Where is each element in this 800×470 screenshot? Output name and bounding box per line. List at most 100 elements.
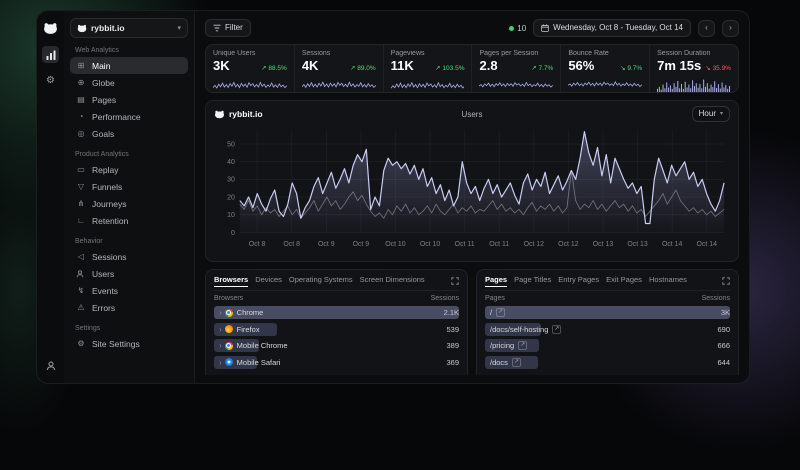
table-row-mobile-chrome[interactable]: › Mobile Chrome 389 [214, 339, 459, 352]
svg-text:Oct 13: Oct 13 [627, 241, 648, 248]
tab-hostnames[interactable]: Hostnames [649, 275, 687, 287]
sidebar-item-label: Pages [92, 95, 116, 105]
row-label: Chrome [237, 308, 264, 317]
date-range-button[interactable]: Wednesday, Oct 8 - Tuesday, Oct 14 [533, 19, 691, 37]
person-icon [76, 270, 86, 278]
date-range-label: Wednesday, Oct 8 - Tuesday, Oct 14 [553, 24, 683, 32]
tab-page-titles[interactable]: Page Titles [514, 275, 551, 287]
row-label: / [490, 308, 492, 317]
stat-bounce-rate[interactable]: Bounce Rate 56% ↘ 9.7% [560, 45, 649, 92]
sidebar-item-label: Globe [92, 78, 115, 88]
external-link-icon[interactable]: ↗ [496, 308, 505, 317]
warning-icon: ⚠ [76, 304, 86, 312]
next-period-button[interactable]: › [722, 20, 739, 37]
sidebar-item-sessions[interactable]: ◁ Sessions [70, 248, 188, 265]
sidebar-item-main[interactable]: ⊞ Main [70, 57, 188, 74]
tab-browsers[interactable]: Browsers [214, 275, 248, 287]
chart-axis-icon: ∟ [76, 217, 86, 225]
sidebar-item-label: Main [92, 61, 110, 71]
app-window: ⚙ rybbit.io ▾ Web Analytics ⊞ Main ⊕ Glo… [36, 10, 750, 384]
analytics-icon[interactable] [42, 46, 59, 63]
expand-icon[interactable] [722, 277, 730, 285]
chevron-right-icon[interactable]: › [219, 308, 222, 317]
stat-label: Pages per Session [479, 50, 553, 57]
sidebar-item-label: Goals [92, 129, 114, 139]
value-header: Sessions [431, 295, 459, 302]
browsers-panel: Browsers Devices Operating Systems Scree… [205, 269, 468, 375]
firefox-icon [225, 325, 233, 333]
stat-pages-per-session[interactable]: Pages per Session 2.8 ↗ 7.7% [471, 45, 560, 92]
external-link-icon[interactable]: ↗ [552, 325, 561, 334]
sidebar-item-pages[interactable]: ▤ Pages [70, 91, 188, 108]
users-chart-card: rybbit.io Users Hour ▾ 0102030405 [205, 100, 739, 262]
stat-delta: ↗ 7.7% [528, 64, 553, 72]
row-value: 666 [713, 341, 730, 350]
table-row-firefox[interactable]: › Firefox 539 [214, 323, 459, 336]
stat-session-duration[interactable]: Session Duration 7m 15s ↘ 35.9% [649, 45, 738, 92]
sidebar-item-globe[interactable]: ⊕ Globe [70, 74, 188, 91]
sidebar-item-errors[interactable]: ⚠ Errors [70, 299, 188, 316]
table-row-pricing[interactable]: /pricing↗ 666 [485, 339, 730, 352]
tab-entry-pages[interactable]: Entry Pages [558, 275, 599, 287]
chevron-right-icon[interactable]: › [219, 358, 222, 367]
svg-text:Oct 14: Oct 14 [662, 241, 683, 248]
sidebar-item-label: Journeys [92, 199, 127, 209]
tab-exit-pages[interactable]: Exit Pages [606, 275, 642, 287]
sidebar-item-events[interactable]: ↯ Events [70, 282, 188, 299]
sidebar-item-label: Users [92, 269, 114, 279]
expand-icon[interactable] [451, 277, 459, 285]
workspace-switcher[interactable]: rybbit.io ▾ [70, 18, 188, 38]
chevron-right-icon[interactable]: › [219, 325, 222, 334]
sidebar-item-site-settings[interactable]: ⚙ Site Settings [70, 335, 188, 352]
svg-text:Oct 8: Oct 8 [249, 241, 266, 248]
svg-text:Oct 14: Oct 14 [697, 241, 718, 248]
table-row-docs[interactable]: /docs↗ 644 [485, 356, 730, 369]
stat-delta: ↘ 9.7% [617, 64, 642, 72]
granularity-select[interactable]: Hour ▾ [692, 106, 730, 122]
sidebar-item-funnels[interactable]: ▽ Funnels [70, 178, 188, 195]
stat-sessions[interactable]: Sessions 4K ↗ 89.0% [294, 45, 383, 92]
tab-pages[interactable]: Pages [485, 275, 507, 287]
table-row-mobile-safari[interactable]: › Mobile Safari 369 [214, 356, 459, 369]
sidebar-item-replay[interactable]: ▭ Replay [70, 161, 188, 178]
user-icon[interactable] [42, 357, 59, 374]
users-line-chart[interactable]: 01020304050Oct 8Oct 8Oct 9Oct 9Oct 10Oct… [214, 122, 730, 260]
browsers-tabs: Browsers Devices Operating Systems Scree… [214, 275, 459, 291]
svg-text:0: 0 [231, 230, 235, 237]
stat-pageviews[interactable]: Pageviews 11K ↗ 103.5% [383, 45, 472, 92]
prev-period-button[interactable]: ‹ [698, 20, 715, 37]
chevron-right-icon[interactable]: › [219, 341, 222, 350]
chart-title: Users [386, 110, 558, 119]
live-count: 10 [517, 24, 526, 33]
external-link-icon[interactable]: ↗ [518, 341, 527, 350]
table-row-root[interactable]: /↗ 3K [485, 306, 730, 319]
chevron-down-icon: ▾ [720, 111, 723, 117]
sparkline-chart [302, 75, 376, 92]
rybbit-logo [42, 20, 59, 37]
sidebar-item-retention[interactable]: ∟ Retention [70, 212, 188, 229]
sidebar-item-journeys[interactable]: ⋔ Journeys [70, 195, 188, 212]
stats-strip: Unique Users 3K ↗ 88.5% Sessions 4K ↗ 89… [205, 44, 739, 93]
sidebar-item-label: Errors [92, 303, 115, 313]
site-name: rybbit.io [229, 109, 263, 119]
svg-text:30: 30 [227, 177, 235, 184]
sidebar-item-goals[interactable]: ◎ Goals [70, 125, 188, 142]
external-link-icon[interactable]: ↗ [512, 358, 521, 367]
funnel-icon: ▽ [76, 183, 86, 191]
table-row-chrome[interactable]: › Chrome 2.1K [214, 306, 459, 319]
svg-text:Oct 10: Oct 10 [385, 241, 406, 248]
tab-screen-dimensions[interactable]: Screen Dimensions [360, 275, 425, 287]
svg-text:50: 50 [227, 141, 235, 148]
stat-unique-users[interactable]: Unique Users 3K ↗ 88.5% [206, 45, 294, 92]
chevron-left-icon: ‹ [705, 24, 708, 32]
gear-icon[interactable]: ⚙ [42, 72, 59, 89]
table-row-docs-self-hosting[interactable]: /docs/self-hosting↗ 690 [485, 323, 730, 336]
stat-value: 2.8 [479, 58, 497, 73]
tab-devices[interactable]: Devices [255, 275, 282, 287]
sidebar-item-performance[interactable]: ◔ Performance [70, 108, 188, 125]
grid-icon: ⊞ [76, 62, 86, 70]
sidebar-item-users[interactable]: Users [70, 265, 188, 282]
stat-value: 7m 15s [657, 58, 701, 73]
filter-button[interactable]: Filter [205, 19, 251, 37]
tab-operating-systems[interactable]: Operating Systems [289, 275, 353, 287]
